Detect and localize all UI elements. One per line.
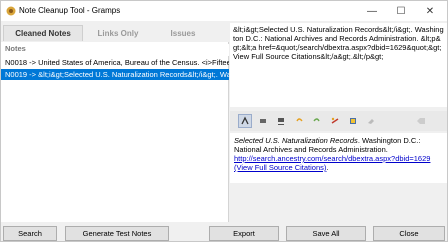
tab-issues[interactable]: Issues	[153, 25, 213, 41]
bold-icon[interactable]	[256, 114, 270, 128]
format-toolbar	[230, 111, 447, 131]
eraser-icon[interactable]	[364, 114, 378, 128]
list-item-selected[interactable]: N0019 -> &lt;i&gt;Selected U.S. Naturali…	[1, 69, 229, 80]
notes-pane: Cleaned Notes Links Only Issues Notes N0…	[1, 23, 229, 222]
format-icon[interactable]	[238, 114, 252, 128]
notes-column-header[interactable]: Notes	[1, 44, 229, 56]
maximize-button[interactable]: ☐	[386, 2, 416, 20]
clean-icon[interactable]	[346, 114, 360, 128]
minimize-button[interactable]: —	[357, 2, 387, 20]
preview-tail: .	[326, 163, 329, 172]
tab-links-only[interactable]: Links Only	[87, 25, 149, 41]
tab-cleaned-notes[interactable]: Cleaned Notes	[3, 25, 83, 41]
button-bar: Search Generate Test Notes Export Save A…	[1, 223, 447, 242]
gramps-icon	[6, 6, 16, 16]
search-button[interactable]: Search	[3, 226, 57, 241]
preview-italic-title: Selected U.S. Naturalization Records	[234, 136, 358, 145]
redo-icon[interactable]	[310, 114, 324, 128]
clear-icon[interactable]	[414, 114, 428, 128]
editor-pane: &lt;i&gt;Selected U.S. Naturalization Re…	[230, 23, 447, 222]
window-title: Note Cleanup Tool - Gramps	[19, 6, 121, 15]
tab-bar: Cleaned Notes Links Only Issues	[1, 23, 229, 42]
list-item[interactable]: N0018 -> United States of America, Burea…	[1, 57, 229, 68]
rendered-preview: Selected U.S. Naturalization Records. Wa…	[230, 133, 447, 183]
generate-test-notes-button[interactable]: Generate Test Notes	[65, 226, 169, 241]
preview-link[interactable]: http://search.ancestry.com/search/dbextr…	[234, 154, 430, 172]
link-icon[interactable]	[328, 114, 342, 128]
title-bar: Note Cleanup Tool - Gramps — ☐ ✕	[1, 1, 447, 21]
close-button[interactable]: Close	[373, 226, 445, 241]
app-window: Note Cleanup Tool - Gramps — ☐ ✕ Cleaned…	[0, 0, 448, 242]
preview-blank-area	[230, 183, 447, 222]
export-button[interactable]: Export	[209, 226, 279, 241]
raw-note-text[interactable]: &lt;i&gt;Selected U.S. Naturalization Re…	[230, 23, 447, 107]
save-all-button[interactable]: Save All	[286, 226, 366, 241]
close-window-button[interactable]: ✕	[415, 2, 445, 20]
undo-icon[interactable]	[292, 114, 306, 128]
underline-icon[interactable]	[274, 114, 288, 128]
